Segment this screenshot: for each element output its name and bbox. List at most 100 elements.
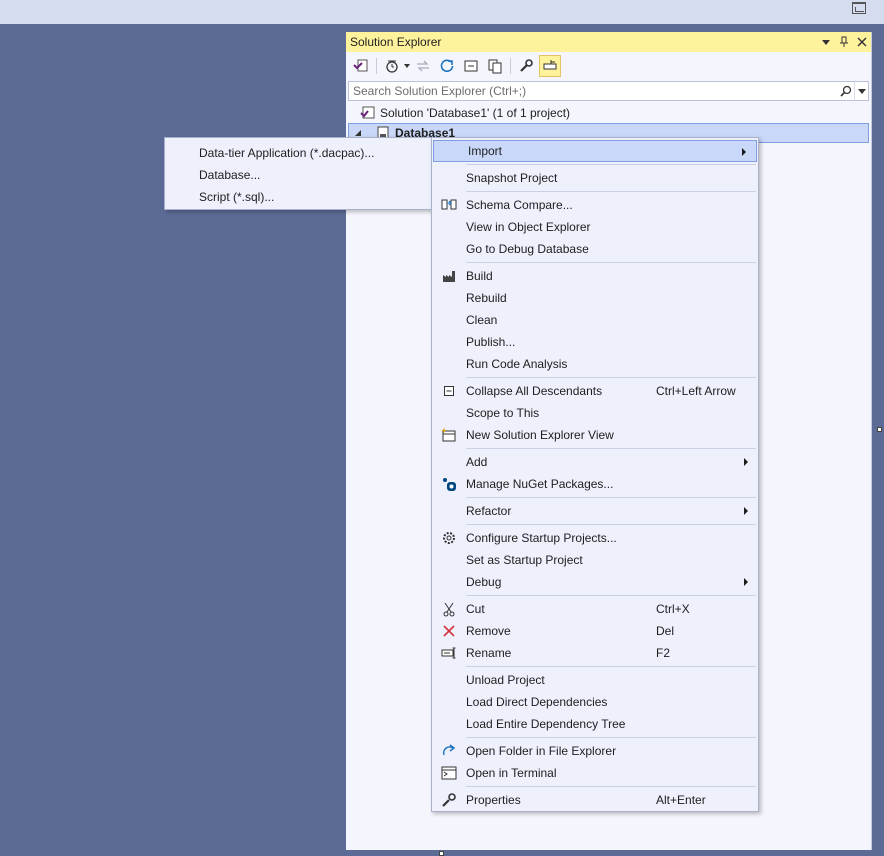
menu-item-run-code-analysis[interactable]: Run Code Analysis <box>432 353 758 375</box>
search-box <box>348 81 869 101</box>
menu-item-rebuild[interactable]: Rebuild <box>432 287 758 309</box>
menu-item-label: Unload Project <box>466 673 545 687</box>
pending-changes-button[interactable] <box>381 55 403 77</box>
menu-item-open-folder-in-file-explorer[interactable]: Open Folder in File Explorer <box>432 740 758 762</box>
terminal-icon <box>432 762 466 784</box>
menu-item-refactor[interactable]: Refactor <box>432 500 758 522</box>
menu-item-shortcut: Ctrl+X <box>656 602 690 616</box>
menu-item-snapshot-project[interactable]: Snapshot Project <box>432 167 758 189</box>
submenu-item-label: Data-tier Application (*.dacpac)... <box>199 146 375 160</box>
pin-button[interactable] <box>835 32 853 52</box>
menu-item-debug[interactable]: Debug <box>432 571 758 593</box>
resize-handle-bottom[interactable] <box>439 851 444 856</box>
menu-item-label: Load Direct Dependencies <box>466 695 608 709</box>
menu-item-manage-nuget-packages[interactable]: Manage NuGet Packages... <box>432 473 758 495</box>
solution-label: Solution 'Database1' (1 of 1 project) <box>380 106 571 120</box>
search-options-button[interactable] <box>854 82 868 100</box>
menu-item-label: Rebuild <box>466 291 507 305</box>
menu-icon-slot <box>432 402 466 424</box>
menu-item-rename[interactable]: Rename F2 <box>432 642 758 664</box>
menu-item-label: View in Object Explorer <box>466 220 591 234</box>
menu-item-scope-to-this[interactable]: Scope to This <box>432 402 758 424</box>
search-icon <box>840 85 852 97</box>
refresh-icon <box>440 59 454 72</box>
window-options-button[interactable] <box>817 32 835 52</box>
menu-item-publish[interactable]: Publish... <box>432 331 758 353</box>
menu-item-label: Configure Startup Projects... <box>466 531 617 545</box>
menu-icon-slot <box>432 713 466 735</box>
menu-item-shortcut: Ctrl+Left Arrow <box>656 384 736 398</box>
window-layout-icon[interactable] <box>852 2 866 14</box>
menu-item-open-in-terminal[interactable]: Open in Terminal <box>432 762 758 784</box>
menu-icon-slot <box>432 238 466 260</box>
chevron-down-icon <box>822 39 830 45</box>
menu-item-set-as-startup-project[interactable]: Set as Startup Project <box>432 549 758 571</box>
menu-item-label: Remove <box>466 624 511 638</box>
submenu-item-data-tier-application-dacpac[interactable]: Data-tier Application (*.dacpac)... <box>165 142 433 164</box>
tree-item-solution[interactable]: Solution 'Database1' (1 of 1 project) <box>346 103 871 123</box>
menu-item-load-entire-dependency-tree[interactable]: Load Entire Dependency Tree <box>432 713 758 735</box>
top-strip <box>0 0 884 24</box>
remove-icon <box>432 620 466 642</box>
submenu-arrow-icon <box>744 578 748 586</box>
menu-icon-slot <box>432 549 466 571</box>
collapse-all-button[interactable] <box>460 55 482 77</box>
menu-item-shortcut: F2 <box>656 646 671 660</box>
menu-icon-slot <box>432 500 466 522</box>
menu-item-schema-compare[interactable]: Schema Compare... <box>432 194 758 216</box>
import-submenu: Data-tier Application (*.dacpac)... Datab… <box>164 137 434 210</box>
menu-item-properties[interactable]: Properties Alt+Enter <box>432 789 758 811</box>
menu-item-label: Clean <box>466 313 498 327</box>
search-button[interactable] <box>838 82 854 100</box>
menu-icon-slot <box>432 309 466 331</box>
menu-item-label: Open Folder in File Explorer <box>466 744 617 758</box>
sync-arrows-icon <box>417 60 429 71</box>
solution-explorer-toolbar <box>346 52 871 79</box>
vs-solution-icon <box>353 59 368 71</box>
expanded-arrow-icon[interactable] <box>355 130 361 136</box>
menu-item-label: New Solution Explorer View <box>466 428 614 442</box>
resize-handle-right[interactable] <box>877 427 882 432</box>
menu-item-import[interactable]: Import <box>433 140 757 162</box>
menu-item-configure-startup-projects[interactable]: Configure Startup Projects... <box>432 527 758 549</box>
submenu-item-script-sql[interactable]: Script (*.sql)... <box>165 186 433 208</box>
menu-icon-slot <box>432 691 466 713</box>
menu-item-cut[interactable]: Cut Ctrl+X <box>432 598 758 620</box>
wrench-icon <box>520 58 533 72</box>
collapse-all-icon <box>464 60 478 71</box>
menu-item-label: Load Entire Dependency Tree <box>466 717 626 731</box>
menu-item-label: Rename <box>466 646 512 660</box>
menu-item-build[interactable]: Build <box>432 265 758 287</box>
refresh-button[interactable] <box>436 55 458 77</box>
menu-item-new-solution-explorer-view[interactable]: New Solution Explorer View <box>432 424 758 446</box>
menu-item-label: Refactor <box>466 504 512 518</box>
preview-selected-items-button[interactable] <box>539 54 561 77</box>
rename-icon <box>432 642 466 664</box>
menu-item-view-in-object-explorer[interactable]: View in Object Explorer <box>432 216 758 238</box>
menu-item-clean[interactable]: Clean <box>432 309 758 331</box>
scissors-icon <box>432 598 466 620</box>
menu-icon-slot <box>432 669 466 691</box>
close-button[interactable] <box>853 32 871 52</box>
menu-item-label: Set as Startup Project <box>466 553 583 567</box>
menu-item-go-to-debug-database[interactable]: Go to Debug Database <box>432 238 758 260</box>
menu-icon-slot <box>434 140 468 162</box>
right-edge <box>876 25 884 852</box>
properties-button[interactable] <box>515 55 537 77</box>
menu-item-remove[interactable]: Remove Del <box>432 620 758 642</box>
context-menu: Import Snapshot Project Schema Compare... V… <box>431 137 759 812</box>
sync-with-document-button[interactable] <box>412 55 434 77</box>
search-input[interactable] <box>349 82 838 100</box>
menu-item-label: Import <box>468 144 503 158</box>
close-icon <box>857 37 867 47</box>
menu-item-unload-project[interactable]: Unload Project <box>432 669 758 691</box>
switch-views-button[interactable] <box>350 55 372 77</box>
menu-item-collapse-all-descendants[interactable]: Collapse All Descendants Ctrl+Left Arrow <box>432 380 758 402</box>
menu-icon-slot <box>432 216 466 238</box>
chevron-down-icon[interactable] <box>404 63 410 68</box>
show-all-files-button[interactable] <box>484 55 506 77</box>
submenu-item-database[interactable]: Database... <box>165 164 433 186</box>
menu-item-load-direct-dependencies[interactable]: Load Direct Dependencies <box>432 691 758 713</box>
collapse-icon <box>432 380 466 402</box>
menu-item-add[interactable]: Add <box>432 451 758 473</box>
